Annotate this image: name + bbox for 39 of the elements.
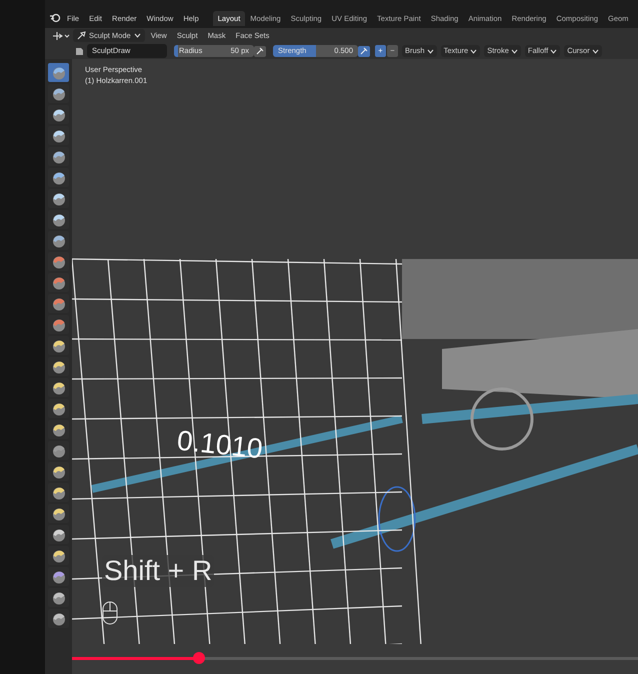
sculpt-tool-button[interactable]: [48, 315, 69, 334]
chevron-down-icon: [134, 33, 141, 38]
sculpt-tool-button[interactable]: [48, 378, 69, 397]
sculpt-tool-button[interactable]: [48, 357, 69, 376]
sculpt-tool-button[interactable]: [48, 420, 69, 439]
sculpt-tool-button[interactable]: [48, 483, 69, 502]
chevron-down-icon: [470, 48, 478, 54]
sculpt-tool-button[interactable]: [48, 588, 69, 607]
sculpt-tool-button[interactable]: [48, 84, 69, 103]
sculpt-tool-button[interactable]: [48, 231, 69, 250]
sculpt-tool-button[interactable]: [48, 210, 69, 229]
sculpt-tool-button[interactable]: [48, 462, 69, 481]
blender-logo-icon: [49, 13, 61, 23]
transform-gizmo-icon: [51, 30, 71, 40]
sculpt-tool-button[interactable]: [48, 504, 69, 523]
sculpt-tool-button[interactable]: [48, 168, 69, 187]
sculpt-tool-button[interactable]: [48, 399, 69, 418]
sculpt-tool-button[interactable]: [48, 189, 69, 208]
sculpt-tool-button[interactable]: [48, 609, 69, 628]
shortcut-text: Shift + R: [102, 555, 214, 587]
chevron-down-icon: [510, 48, 518, 54]
sculpt-tool-button[interactable]: [48, 441, 69, 460]
sculpt-tool-button[interactable]: [48, 273, 69, 292]
mouse-icon: [102, 601, 118, 625]
chevron-down-icon: [426, 48, 434, 54]
brush-preview-icon: [75, 46, 84, 56]
sculpt-tool-button[interactable]: [48, 147, 69, 166]
playback-handle[interactable]: [193, 652, 206, 664]
sculpt-tool-button[interactable]: [48, 336, 69, 355]
sculpt-tool-button[interactable]: [48, 546, 69, 565]
measurement-value: 0.1010: [175, 424, 265, 466]
sculpt-tool-button[interactable]: [48, 252, 69, 271]
sculpt-tool-button[interactable]: [48, 294, 69, 313]
sculpt-tool-button[interactable]: [48, 567, 69, 586]
sculpt-tool-button[interactable]: [48, 105, 69, 124]
sculpt-tool-button[interactable]: [48, 126, 69, 145]
sculpt-tool-button[interactable]: [48, 525, 69, 544]
chevron-down-icon: [550, 48, 558, 54]
chevron-down-icon: [592, 48, 599, 54]
